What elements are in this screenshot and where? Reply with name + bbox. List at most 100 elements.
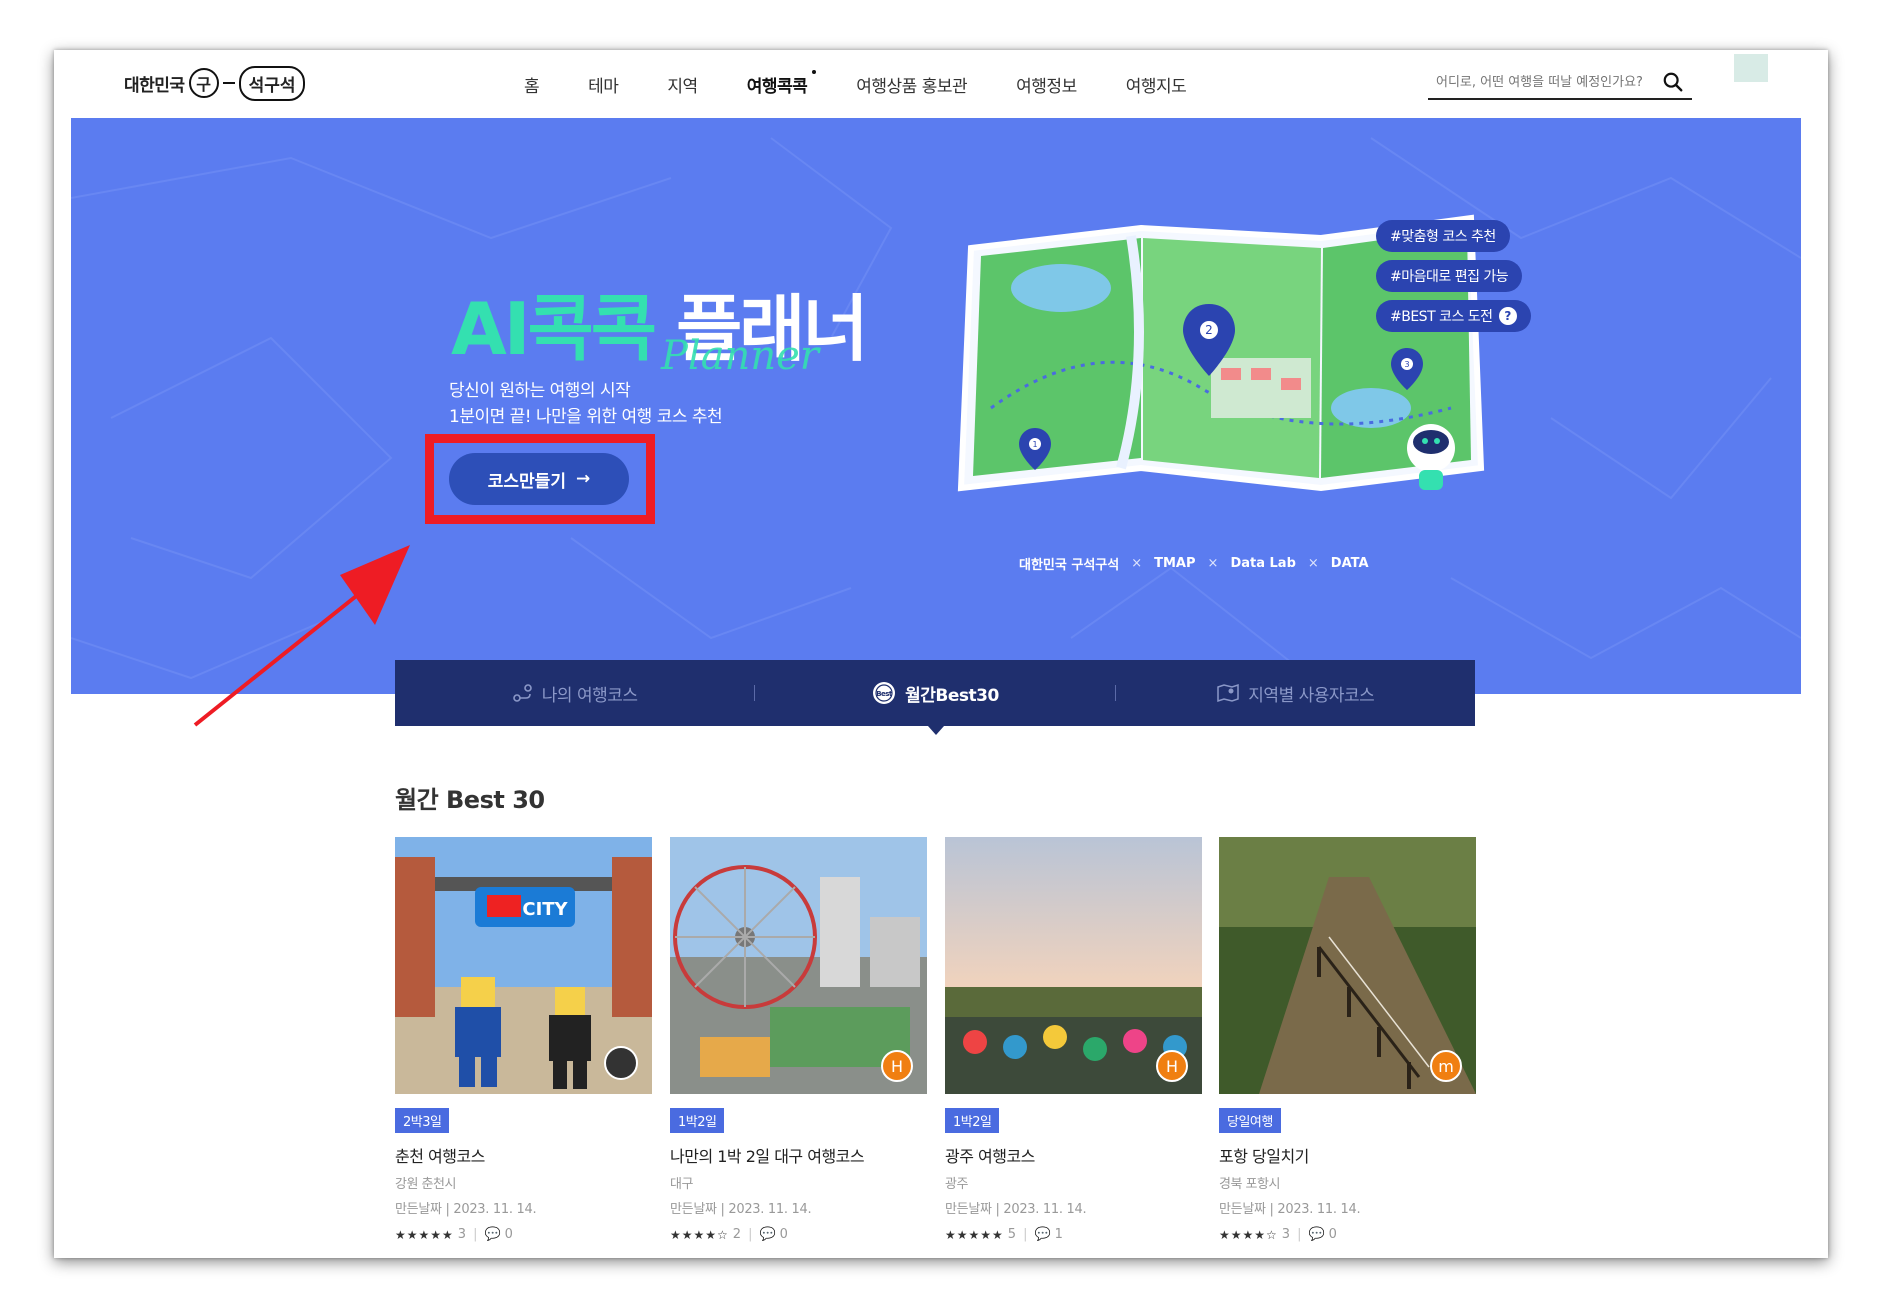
svg-text:CITY: CITY [522, 899, 568, 920]
course-card-image[interactable]: H [945, 837, 1202, 1094]
hashtag-best-challenge-label: #BEST 코스 도전 [1390, 309, 1493, 325]
svg-text:Best: Best [876, 690, 893, 698]
nav-item-travel-map[interactable]: 여행지도 [1126, 72, 1187, 97]
tab-monthly-best30-label: 월간Best30 [905, 685, 999, 706]
tab-regional-courses[interactable]: 지역별 사용자코스 [1116, 681, 1475, 706]
hashtag-free-edit: #마음대로 편집 가능 [1376, 260, 1523, 292]
course-title[interactable]: 광주 여행코스 [945, 1143, 1202, 1167]
rating-count: 2 [732, 1227, 742, 1242]
course-duration-badge: 1박2일 [945, 1108, 1000, 1133]
hero-banner: AI콕콕 플래너 Planner 당신이 원하는 여행의 시작 1분이면 끝! … [71, 118, 1801, 694]
course-duration-badge: 2박3일 [395, 1108, 450, 1133]
star-rating: ★★★★☆ [1219, 1227, 1278, 1242]
logo-dash [222, 82, 235, 84]
partner-logo-tmap: TMAP [1154, 556, 1196, 571]
rating-count: 3 [1281, 1227, 1291, 1242]
meta-divider: | [1297, 1227, 1302, 1242]
nav-item-travel-info[interactable]: 여행정보 [1016, 72, 1077, 97]
course-region: 대구 [670, 1177, 693, 1192]
site-header: 대한민국 구 석구석 홈 테마 지역 여행콕콕 여행상품 홍보관 여행정보 여행… [54, 50, 1828, 118]
tab-my-courses[interactable]: 나의 여행코스 [395, 681, 754, 706]
best-badge-icon: Best [873, 682, 896, 704]
hashtag-custom-course-label: #맞춤형 코스 추천 [1390, 229, 1496, 245]
active-dot [812, 69, 817, 74]
help-icon[interactable]: ? [1498, 307, 1517, 325]
svg-text:3: 3 [1404, 360, 1409, 369]
course-meta: ★★★★☆ 2 | 💬 0 [670, 1227, 927, 1242]
course-card[interactable]: m 당일여행 포항 당일치기 경북 포항시 만든날짜 | 2023. 11. 1… [1219, 837, 1476, 1242]
svg-text:2: 2 [1205, 323, 1213, 337]
robot-mascot-icon [1407, 424, 1455, 490]
rating-count: 5 [1007, 1227, 1017, 1242]
nav-item-home[interactable]: 홈 [524, 72, 540, 97]
course-title[interactable]: 춘천 여행코스 [395, 1143, 652, 1167]
search-bar [1428, 66, 1692, 100]
course-created-date: 만든날짜 | 2023. 11. 14. [670, 1202, 812, 1217]
comment-count: 1 [1054, 1227, 1063, 1242]
hashtag-best-challenge[interactable]: #BEST 코스 도전? [1376, 300, 1531, 332]
hashtag-custom-course: #맞춤형 코스 추천 [1376, 220, 1510, 252]
tab-regional-courses-label: 지역별 사용자코스 [1248, 685, 1375, 706]
search-input[interactable] [1428, 74, 1652, 90]
times-icon: × [1307, 556, 1319, 571]
course-created-date: 만든날짜 | 2023. 11. 14. [945, 1202, 1087, 1217]
user-avatar[interactable]: H [1156, 1050, 1188, 1082]
nav-item-region[interactable]: 지역 [667, 72, 698, 97]
tab-monthly-best30[interactable]: Best 월간Best30 [755, 680, 1114, 706]
course-card-image[interactable]: m [1219, 837, 1476, 1094]
course-region: 경북 포항시 [1219, 1177, 1280, 1192]
course-card-image[interactable]: H [670, 837, 927, 1094]
hero-description-line2: 1분이면 끝! 나만을 위한 여행 코스 추천 [449, 407, 723, 427]
course-tabs: 나의 여행코스 Best 월간Best30 지역별 사용자코스 [395, 660, 1475, 726]
course-meta: ★★★★★ 3 | 💬 0 [395, 1227, 652, 1242]
partner-logo-public-data: DATA [1330, 556, 1369, 571]
legoland-photo: CITY [395, 837, 652, 1094]
user-avatar[interactable]: H [881, 1050, 913, 1082]
nav-item-theme[interactable]: 테마 [588, 72, 619, 97]
nav-item-product-promo[interactable]: 여행상품 홍보관 [856, 72, 967, 97]
user-avatar[interactable]: m [1430, 1050, 1462, 1082]
course-card[interactable]: H 1박2일 광주 여행코스 광주 만든날짜 | 2023. 11. 14. ★… [945, 837, 1202, 1242]
comment-icon: 💬 [1308, 1227, 1325, 1242]
course-created-date: 만든날짜 | 2023. 11. 14. [395, 1202, 537, 1217]
course-title[interactable]: 포항 당일치기 [1219, 1143, 1476, 1167]
course-meta: ★★★★☆ 3 | 💬 0 [1219, 1227, 1476, 1242]
hashtag-free-edit-label: #마음대로 편집 가능 [1390, 269, 1509, 285]
meta-divider: | [473, 1227, 478, 1242]
svg-text:1: 1 [1032, 440, 1037, 449]
partner-logo-datalab: Data Lab [1230, 556, 1296, 571]
map-illustration: 2 1 3 [957, 214, 1485, 492]
logo-circle: 구 [188, 68, 219, 98]
search-icon[interactable] [1662, 71, 1684, 93]
partner-logo-kto: 대한민국 구석구석 [1019, 558, 1120, 573]
rating-count: 3 [457, 1227, 467, 1242]
nav-item-travel-kokkok[interactable]: 여행콕콕 [746, 69, 817, 97]
course-created-date: 만든날짜 | 2023. 11. 14. [1219, 1202, 1361, 1217]
partner-logos: 대한민국 구석구석 × TMAP × Data Lab × DATA [1019, 554, 1369, 573]
route-icon [512, 684, 532, 702]
main-nav: 홈 테마 지역 여행콕콕 여행상품 홍보관 여행정보 여행지도 [524, 50, 1235, 118]
star-rating: ★★★★☆ [670, 1227, 729, 1242]
course-card[interactable]: CITY 2박3일 춘천 여행코스 강원 춘천시 만든날짜 | 2023. 11… [395, 837, 652, 1242]
logo-prefix: 대한민국 [124, 75, 185, 96]
course-duration-badge: 1박2일 [670, 1108, 725, 1133]
comment-count: 0 [779, 1227, 788, 1242]
map-pin-icon [1217, 683, 1240, 703]
course-card[interactable]: H 1박2일 나만의 1박 2일 대구 여행코스 대구 만든날짜 | 2023.… [670, 837, 927, 1242]
hero-background-pattern [71, 137, 1801, 680]
hero-description-line1: 당신이 원하는 여행의 시작 [449, 381, 631, 401]
site-logo[interactable]: 대한민국 구 석구석 [124, 63, 306, 103]
course-card-image[interactable]: CITY [395, 837, 652, 1094]
comment-count: 0 [504, 1227, 513, 1242]
nav-item-travel-kokkok-label: 여행콕콕 [746, 76, 808, 97]
corner-widget[interactable] [1734, 54, 1768, 82]
active-tab-pointer [928, 726, 944, 735]
course-title[interactable]: 나만의 1박 2일 대구 여행코스 [670, 1143, 927, 1167]
course-meta: ★★★★★ 5 | 💬 1 [945, 1227, 1202, 1242]
meta-divider: | [748, 1227, 753, 1242]
comment-icon: 💬 [1034, 1227, 1051, 1242]
star-rating: ★★★★★ [395, 1227, 454, 1242]
meta-divider: | [1023, 1227, 1028, 1242]
hero-script-text: Planner [661, 333, 819, 379]
hero-title-ai: AI콕콕 [451, 287, 657, 371]
